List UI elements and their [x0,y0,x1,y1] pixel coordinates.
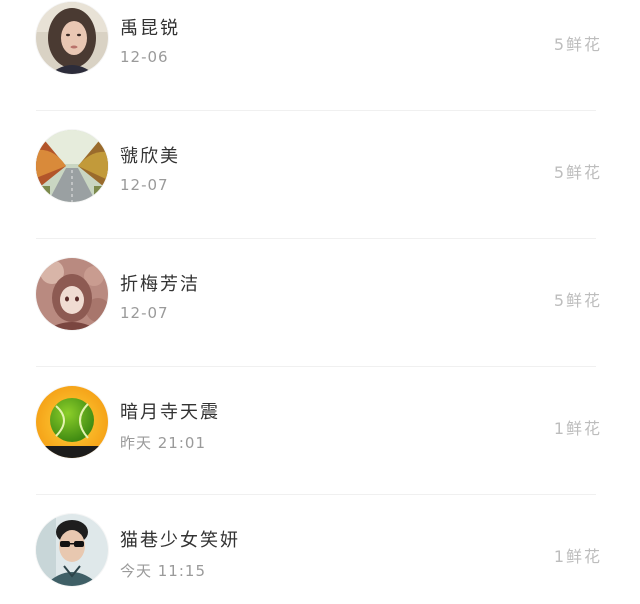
flower-count: 5鲜花 [553,35,602,54]
list-item[interactable]: 猫巷少女笑妍 今天 11:15 1鲜花 [0,486,640,604]
tennis-ball-avatar [36,386,108,458]
list-item[interactable]: 折梅芳洁 12-07 5鲜花 [0,230,640,358]
flower-gift-list: 禹昆锐 12-06 5鲜花 虢欣美 12-07 5鲜花 折梅芳洁 12-07 5… [0,0,640,604]
gift-time: 今天 11:15 [120,562,206,580]
avatar[interactable] [36,2,108,74]
autumn-road-avatar [36,130,108,202]
user-name: 禹昆锐 [120,18,180,39]
sunglasses-man-avatar [36,514,108,586]
flower-count: 5鲜花 [553,291,602,310]
list-item[interactable]: 禹昆锐 12-06 5鲜花 [0,0,640,102]
user-name: 暗月寺天震 [120,402,220,423]
list-item[interactable]: 虢欣美 12-07 5鲜花 [0,102,640,230]
gift-time: 12-07 [120,176,169,194]
avatar[interactable] [36,514,108,586]
avatar[interactable] [36,130,108,202]
gift-time: 昨天 21:01 [120,434,206,452]
avatar[interactable] [36,386,108,458]
anime-girl-avatar [36,258,108,330]
gift-time: 12-07 [120,304,169,322]
list-item[interactable]: 暗月寺天震 昨天 21:01 1鲜花 [0,358,640,486]
gift-time: 12-06 [120,48,169,66]
user-name: 折梅芳洁 [120,274,200,295]
user-name: 猫巷少女笑妍 [120,530,240,551]
user-name: 虢欣美 [120,146,180,167]
avatar[interactable] [36,258,108,330]
flower-count: 1鲜花 [553,419,602,438]
flower-count: 1鲜花 [553,547,602,566]
flower-count: 5鲜花 [553,163,602,182]
woman-portrait-avatar [36,2,108,74]
